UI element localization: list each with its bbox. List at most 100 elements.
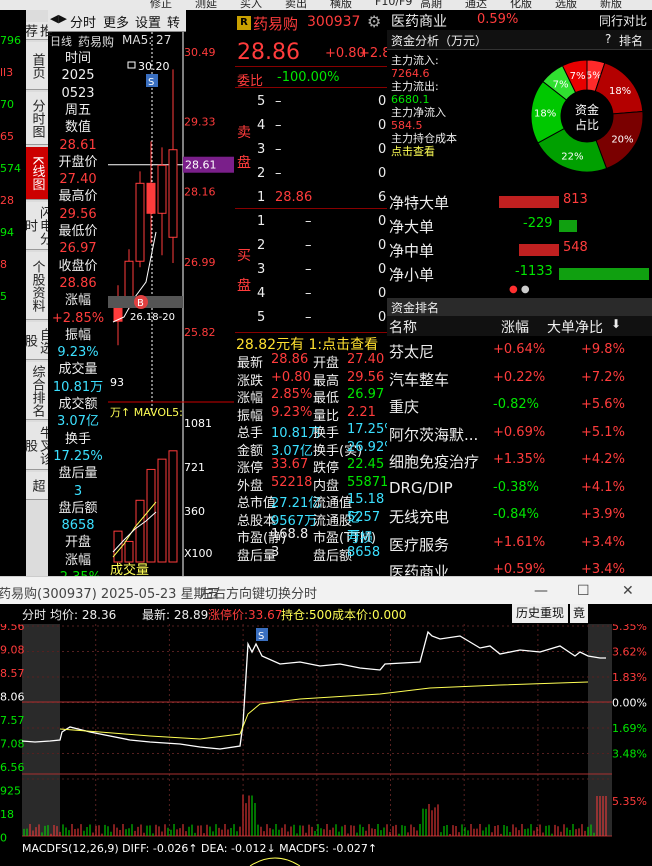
intraday-right-axis: 3.62% [612,646,647,659]
kline-toolbar-spacer [186,10,234,32]
menu-item[interactable]: 选版 [555,0,577,10]
menu-item[interactable]: 通达 [465,0,487,10]
rank-pct: -0.82% [493,397,539,412]
left-strip-number: 796 [0,34,21,47]
fund-bar-value: 548 [563,240,588,255]
menu-item[interactable]: 买入 [240,0,262,10]
donut-center-line2: 占比 [575,117,599,132]
quote-value: 9.23% [271,404,313,420]
data-col-cell: 盘后量 [58,466,98,482]
quote-value: 26.97 [347,387,385,402]
intraday-chart[interactable]: 9.56 9.08 8.57 8.06 7.57 7.08 6.56 925 18 0 5.35% 3… [0,624,652,866]
b-marker: B [137,298,144,309]
switch-button[interactable]: 转 [167,12,180,31]
vtab-6[interactable]: 自选股 [22,322,52,360]
donut-label: 20% [611,135,633,146]
history-replay-button[interactable]: 历史重现 [512,604,568,623]
rank-button[interactable]: 排名 [619,32,643,49]
vtab-9[interactable]: 超 [26,472,48,500]
fenshi-tab[interactable]: 分时 [22,606,46,623]
menu-item[interactable]: 修正 [150,0,172,10]
top-menu-bar: 修正 测延 买入 卖出 横版 F10/F9 高期 通达 化版 选版 新版 [0,0,652,10]
rank-name[interactable]: DRG/DIP [389,479,453,497]
rank-name[interactable]: 阿尔茨海默... [389,424,478,445]
maximize-button[interactable]: ☐ [577,583,590,599]
high-label: 30.20 [138,60,170,73]
rank-head-pct[interactable]: 涨幅 [501,317,529,337]
vtab-4[interactable]: 闪电分时 [22,202,52,250]
rank-name[interactable]: 医疗服务 [389,534,449,555]
vol-header: 万↑ MAVOL5: [110,406,183,419]
menu-item[interactable]: 测延 [195,0,217,10]
stock-code: 300937 [307,14,361,30]
data-col-cell: 周五 [64,102,91,118]
fund-bars: 净特大单 813 净大单 -229 净中单 548 净小单 -1133 [387,190,652,290]
data-col-cell: 9.23% [57,345,99,361]
buy-level: 4 [257,286,266,301]
menu-item[interactable]: 横版 [330,0,352,10]
window-title: 药易购(300937) 2025-05-23 星期五 [0,587,220,602]
help-icon[interactable]: ? [605,32,611,46]
low-label: 26.18-20 [130,312,175,323]
rank-name[interactable]: 细胞免疫治疗 [389,451,479,472]
vtab-7[interactable]: 综合排名 [26,362,48,420]
intraday-right-axis: 1.69% [612,722,647,735]
fenshi-button[interactable]: 分时 [70,12,96,31]
bid-button[interactable]: 竟 [570,604,588,623]
more-button[interactable]: 更多 [103,12,129,31]
gear-icon[interactable]: ⚙ [367,12,381,31]
vtab-5[interactable]: 个股资料 [26,252,48,320]
buy-volume: 0 [378,286,387,301]
rank-head-ratio[interactable]: 大单净比 [547,317,603,337]
menu-item[interactable]: F10/F9 [375,0,412,8]
price-pct: +2.8 [359,46,391,61]
period-label[interactable]: 日线 [50,33,72,49]
click-view-link[interactable]: 点击查看 [391,145,457,158]
menu-item[interactable]: 卖出 [285,0,307,10]
weibi-label: 委比 [237,74,264,89]
rank-name[interactable]: 芬太尼 [389,341,434,362]
sector-name[interactable]: 医药商业 [391,11,447,31]
data-col-cell: 28.86 [59,275,97,291]
quote-label: 开盘 [313,356,340,371]
close-button[interactable]: ✕ [622,583,634,599]
rank-name[interactable]: 重庆 [389,396,419,417]
settings-button[interactable]: 设置 [135,12,161,31]
quote-value: 28.86 [271,352,309,367]
minimize-button[interactable]: — [534,583,548,599]
sector-pct: 0.59% [477,12,519,27]
rank-head-name[interactable]: 名称 [389,317,417,337]
quote-label: 振幅 [237,408,264,424]
kline-chart[interactable]: 30.49 29.33 28.16 26.99 25.82 28.61 30.20 S B 26.… [108,32,234,576]
vtab-0[interactable]: 推荐 [22,22,52,40]
sort-down-icon[interactable]: ⬇ [611,317,621,331]
fund-bar [519,244,559,256]
vtab-1[interactable]: 首页 [26,42,48,90]
compare-button[interactable]: 同行对比 [599,12,647,29]
left-strip-number: 94 [0,226,14,239]
data-col-cell: 最低价 [58,224,98,239]
menu-item[interactable]: 化版 [510,0,532,10]
sell-level: 1 [257,190,266,205]
intraday-right-axis: 1.83% [612,671,647,684]
rank-name[interactable]: 无线充电 [389,506,449,527]
notice-link[interactable]: 28.82元有 1:点击查看 [236,334,378,354]
donut-label: 18% [609,86,631,97]
data-col-cell: 29.56 [59,206,97,222]
vtab-8[interactable]: 牛叉诊股 [22,422,52,470]
quote-value: 55871 [347,474,389,490]
menu-item[interactable]: 新版 [600,0,622,10]
vtab-3[interactable]: K线图 [26,147,48,200]
buy-price: – [305,214,312,229]
vtab-2[interactable]: 分时图 [26,92,48,145]
inflow-value: 7264.6 [391,67,430,80]
menu-item[interactable]: 高期 [420,0,442,10]
switch-arrow-button[interactable]: ◀▶ [50,12,67,25]
rank-pct: +0.59% [493,562,546,577]
left-strip-number: 28 [0,194,14,207]
vol-scale: X100 [184,547,213,560]
rank-name[interactable]: 汽车整车 [389,369,449,390]
intraday-left-axis: 9.08 [0,644,25,657]
buy-level: 5 [257,310,266,325]
fund-bar [559,220,577,232]
